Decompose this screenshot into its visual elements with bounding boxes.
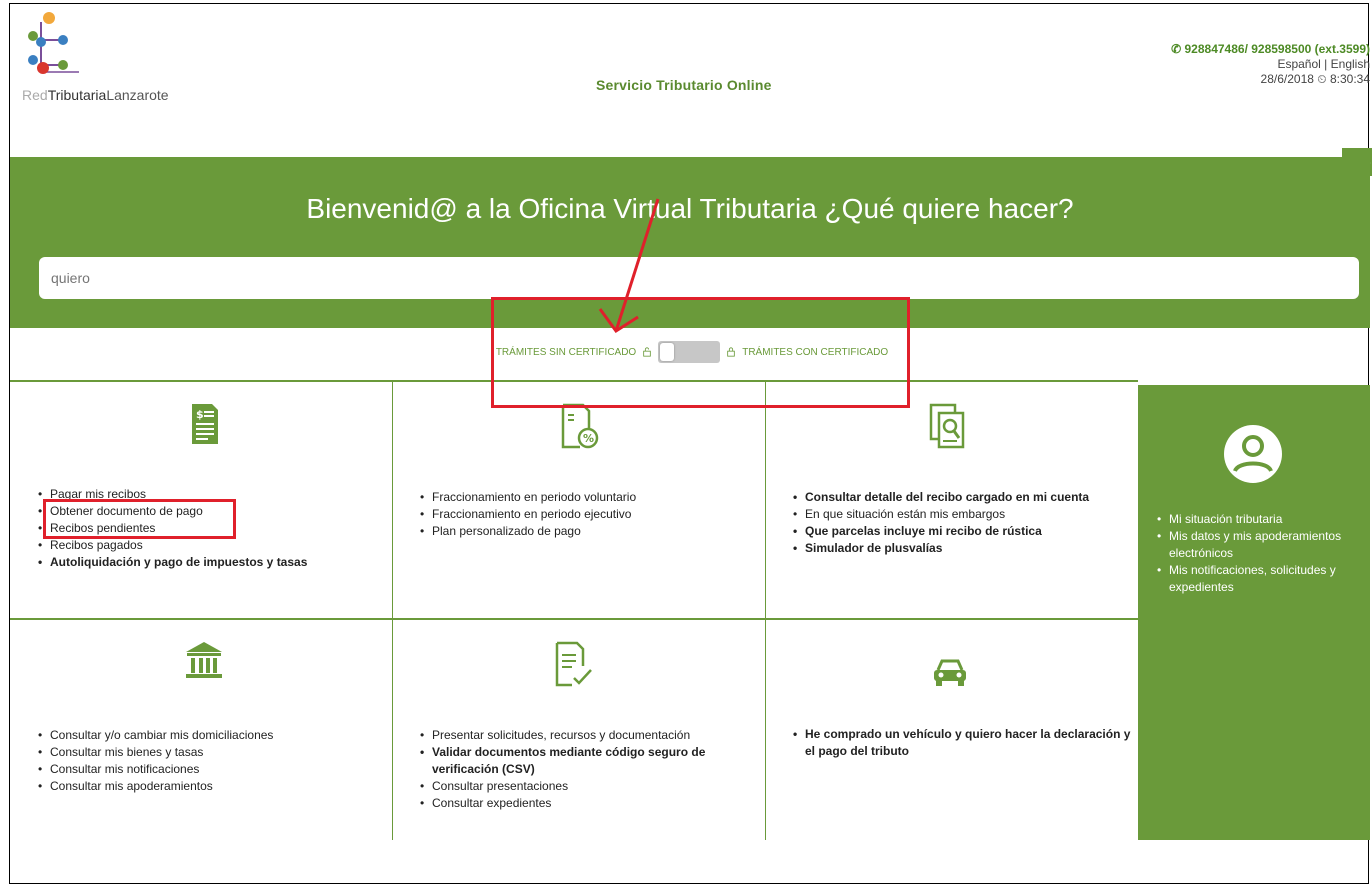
split-voluntary-link[interactable]: Fraccionamiento en periodo voluntario (419, 489, 636, 506)
lang-es-link[interactable]: Español (1277, 57, 1320, 71)
toggle-knob[interactable] (660, 343, 675, 361)
card-bank: Consultar y/o cambiar mis domiciliacione… (10, 620, 392, 840)
validate-csv-link[interactable]: Validar documentos mediante código segur… (419, 744, 719, 778)
document-search-icon (929, 403, 965, 449)
site-title: Servicio Tributario Online (596, 77, 772, 93)
assets-fees-link[interactable]: Consultar mis bienes y tasas (37, 744, 273, 761)
car-icon (934, 659, 966, 686)
my-notifications-link[interactable]: Mis notificaciones, solicitudes y expedi… (1156, 562, 1366, 596)
svg-text:$: $ (196, 408, 204, 421)
self-assessment-link[interactable]: Autoliquidación y pago de impuestos y ta… (37, 554, 307, 571)
percent-document-icon: % (561, 403, 599, 449)
card-documents: Presentar solicitudes, recursos y docume… (393, 620, 765, 840)
card-pay: $ Pagar mis recibos Obtener documento de… (10, 382, 392, 618)
user-avatar-icon[interactable] (1222, 423, 1284, 485)
paid-receipts-link[interactable]: Recibos pagados (37, 537, 307, 554)
card-vehicle: He comprado un vehículo y quiero hacer l… (766, 620, 1138, 840)
datetime: 28/6/2018 ⏲ 8:30:34 (1260, 72, 1370, 86)
direct-debits-link[interactable]: Consultar y/o cambiar mis domiciliacione… (37, 727, 273, 744)
capital-gains-simulator-link[interactable]: Simulador de plusvalías (792, 540, 1089, 557)
card-consult: Consultar detalle del recibo cargado en … (766, 382, 1138, 618)
powers-of-attorney-link[interactable]: Consultar mis apoderamientos (37, 778, 273, 795)
consult-files-link[interactable]: Consultar expedientes (419, 795, 719, 812)
phone-icon: ✆ (1171, 42, 1185, 56)
my-data-link[interactable]: Mis datos y mis apoderamientos electróni… (1156, 528, 1366, 562)
hero-title: Bienvenid@ a la Oficina Virtual Tributar… (306, 193, 1074, 224)
notifications-link[interactable]: Consultar mis notificaciones (37, 761, 273, 778)
card-split-payments: % Fraccionamiento en periodo voluntario … (393, 382, 765, 618)
payment-plan-link[interactable]: Plan personalizado de pago (419, 523, 636, 540)
logo-text: RedTributariaLanzarote (22, 87, 169, 103)
annotation-arrow-icon (598, 198, 660, 334)
get-payment-document-link[interactable]: Obtener documento de pago (37, 503, 307, 520)
hero-banner: Bienvenid@ a la Oficina Virtual Tributar… (10, 157, 1370, 328)
no-certificate-label[interactable]: TRÁMITES SIN CERTIFICADO (496, 347, 636, 358)
bank-icon (186, 642, 222, 678)
seizures-link[interactable]: En que situación están mis embargos (792, 506, 1089, 523)
certificate-toggle-row: TRÁMITES SIN CERTIFICADO TRÁMITES CON CE… (0, 341, 1372, 363)
vehicle-declaration-link[interactable]: He comprado un vehículo y quiero hacer l… (792, 726, 1132, 760)
lang-en-link[interactable]: English (1331, 57, 1370, 71)
lock-icon (727, 347, 735, 357)
split-executive-link[interactable]: Fraccionamiento en periodo ejecutivo (419, 506, 636, 523)
unlock-icon (643, 347, 651, 357)
consult-submissions-link[interactable]: Consultar presentaciones (419, 778, 719, 795)
logo-icon[interactable] (21, 10, 81, 80)
search-input[interactable] (39, 257, 1359, 299)
language-switcher: Español | English (1277, 57, 1370, 71)
with-certificate-label[interactable]: TRÁMITES CON CERTIFICADO (742, 347, 888, 358)
receipt-icon: $ (192, 404, 218, 444)
pending-receipts-link[interactable]: Recibos pendientes (37, 520, 307, 537)
phone-line: ✆ 928847486/ 928598500 (ext.3599) (1171, 42, 1370, 57)
pay-receipts-link[interactable]: Pagar mis recibos (37, 486, 307, 503)
receipt-detail-link[interactable]: Consultar detalle del recibo cargado en … (792, 489, 1089, 506)
svg-text:%: % (583, 432, 594, 445)
user-panel: Mi situación tributaria Mis datos y mis … (1138, 385, 1370, 840)
document-check-icon (555, 641, 592, 687)
rustic-parcels-link[interactable]: Que parcelas incluye mi recibo de rústic… (792, 523, 1089, 540)
header-info: ✆ 928847486/ 928598500 (ext.3599) Españo… (1171, 42, 1370, 87)
submit-requests-link[interactable]: Presentar solicitudes, recursos y docume… (419, 727, 719, 744)
phone-number: 928847486/ 928598500 (ext.3599) (1184, 42, 1371, 56)
tax-situation-link[interactable]: Mi situación tributaria (1156, 511, 1366, 528)
